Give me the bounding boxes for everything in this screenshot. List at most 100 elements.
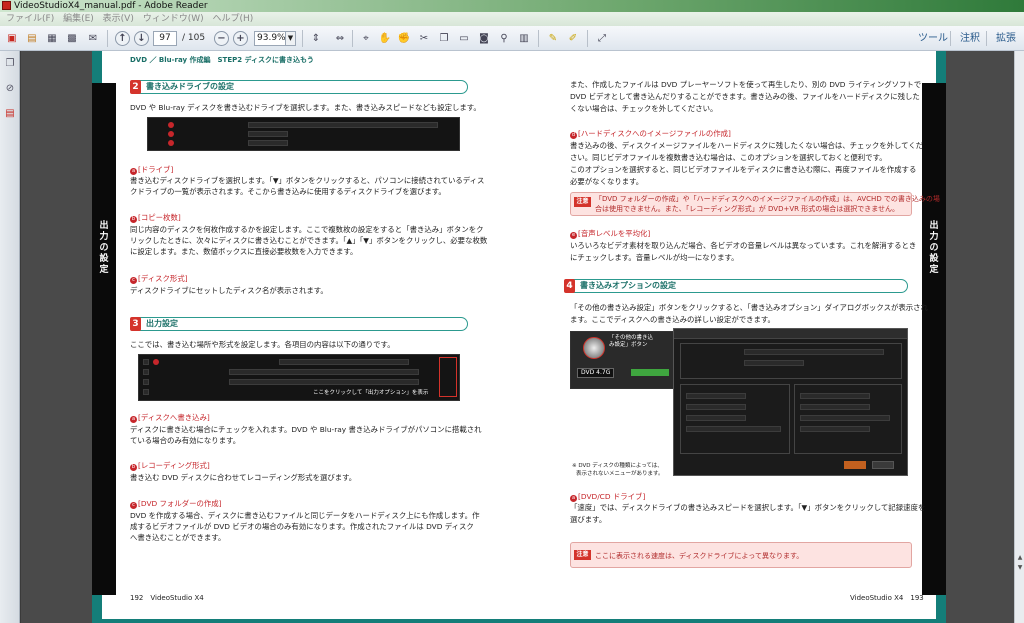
write-options-dialog <box>673 328 908 476</box>
section-4-number: 4 <box>564 279 575 293</box>
find-icon[interactable]: ⚲ <box>496 31 512 46</box>
section-3-title: 出力設定 <box>146 319 178 328</box>
extend-pane-button[interactable]: 拡張 <box>996 31 1016 46</box>
highlight-icon[interactable]: ✐ <box>565 31 581 46</box>
previous-page-icon[interactable]: ↑ <box>115 31 130 46</box>
folder-text-1: DVD を作成する場合、ディスクに書き込むファイルと同じデータをハードディスク上… <box>130 511 480 520</box>
sub-folder: c [DVD フォルダーの作成] <box>130 498 222 509</box>
email-icon[interactable]: ✉ <box>85 31 101 46</box>
drive-settings-screenshot <box>147 117 460 151</box>
zoom-value: 93.9% <box>257 33 286 43</box>
image-text-4: 必要がなくなります。 <box>570 177 644 186</box>
document-icon[interactable]: ▥ <box>516 31 532 46</box>
section-4-text-2: ます。ここでディスクへの書き込みの詳しい設定ができます。 <box>570 315 775 324</box>
left-page-tab <box>92 83 116 595</box>
image-text-2: さい。同じビデオファイルを複数書き込む場合は、このオプションを選択しておくと便利… <box>570 153 887 162</box>
audio-text-2: にチェックします。音量レベルが均一になります。 <box>570 253 739 262</box>
vertical-scrollbar[interactable]: ▲ ▼ <box>1014 51 1024 623</box>
dvdcd-text-2: 選びます。 <box>570 515 607 524</box>
sub-format: c [ディスク形式] <box>130 273 188 284</box>
select-tool-icon[interactable]: ⌖ <box>358 31 374 46</box>
right-footer-strip <box>520 619 946 623</box>
copy-icon[interactable]: ❐ <box>436 31 452 46</box>
right-page-number: VideoStudio X4 193 <box>850 594 924 602</box>
sub-recfmt: b [レコーディング形式] <box>130 461 210 471</box>
sub-image: d [ハードディスクへのイメージファイルの作成] <box>570 129 731 139</box>
scroll-up-icon[interactable]: ▲ <box>1016 554 1024 562</box>
dvdcd-text-1: 「速度」では、ディスクドライブの書き込みスピードを選択します。「▼」ボタンをクリ… <box>570 503 926 512</box>
section-4-title: 書き込みオプションの設定 <box>580 281 676 290</box>
small-note-2: 表示されないメニューがあります。 <box>576 471 664 477</box>
capacity-bar <box>631 369 669 376</box>
expand-icon[interactable]: ⤢ <box>594 31 610 46</box>
attachment-icon[interactable]: ⊘ <box>4 82 16 95</box>
intro-text-2: DVD ビデオとして書き込んだりすることができます。書き込みの後、ファイルをハー… <box>570 92 920 101</box>
note-2-text-1: ここに表示される速度は、ディスクドライブによって異なります。 <box>595 552 804 560</box>
save-icon[interactable]: ▦ <box>44 31 60 46</box>
zoom-select[interactable]: 93.9% ▼ <box>254 31 296 46</box>
comment-pane-button[interactable]: 注釈 <box>960 31 980 46</box>
page-number-input[interactable]: 97 <box>153 31 177 46</box>
folder-text-2: 成するビデオファイルが DVD ビデオの場合のみ有効になります。作成されたファイ… <box>130 522 474 531</box>
cut-icon[interactable]: ✂ <box>416 31 432 46</box>
page-total: / 105 <box>182 33 206 43</box>
next-page-icon[interactable]: ↓ <box>134 31 149 46</box>
section-2-intro: DVD や Blu-ray ディスクを書き込むドライブを選択します。また、書き込… <box>130 103 481 112</box>
note-2-tag: 注意 <box>574 550 591 560</box>
section-2-title: 書き込みドライブの設定 <box>146 82 234 91</box>
output-options-highlight <box>439 357 457 397</box>
recfmt-text-1: 書き込む DVD ディスクに合わせてレコーディング形式を選びます。 <box>130 473 357 482</box>
menu-window[interactable]: ウィンドウ(W) <box>143 12 204 26</box>
fit-width-icon[interactable]: ⇔ <box>332 31 348 46</box>
adobe-reader-icon <box>2 1 11 10</box>
navigation-pane: ❐ ⊘ ▤ <box>0 51 20 623</box>
print-icon[interactable]: ▩ <box>64 31 80 46</box>
scroll-down-icon[interactable]: ▼ <box>1016 564 1024 572</box>
pan-tool-icon[interactable]: ✊ <box>396 31 412 46</box>
disc-icon <box>583 337 605 359</box>
tools-pane-button[interactable]: ツール <box>918 31 948 46</box>
paste-icon[interactable]: ▭ <box>456 31 472 46</box>
burn-button-screenshot: 「その他の書き込み設定」ボタン DVD 4.7G <box>570 331 674 389</box>
left-footer-strip <box>92 619 520 623</box>
toolbar: ▣ ▤ ▦ ▩ ✉ ↑ ↓ 97 / 105 − + 93.9% ▼ ⇕ ⇔ ⌖ … <box>0 26 1024 51</box>
sub-dvdcd: a [DVD/CD ドライブ] <box>570 492 646 502</box>
small-note-1: ※ DVD ディスクの種類によっては、 <box>572 463 663 469</box>
note-1-text-1: 「DVD フォルダーの作成」や「ハードディスクへのイメージファイルの作成」は、A… <box>595 195 940 203</box>
menu-file[interactable]: ファイル(F) <box>6 12 54 26</box>
fit-page-icon[interactable]: ⇕ <box>308 31 324 46</box>
zoom-in-icon[interactable]: + <box>233 31 248 46</box>
right-page-tab <box>922 83 946 595</box>
intro-text-3: くない場合は、チェックを外してください。 <box>570 104 718 113</box>
right-side-label: 出力の設定 <box>929 221 939 275</box>
section-2-heading: 2 書き込みドライブの設定 <box>130 80 468 94</box>
audio-text-1: いろいろなビデオ素材を取り込んだ場合、各ビデオの音量レベルは異なっています。これ… <box>570 241 917 250</box>
dialog-ok-button[interactable] <box>844 461 866 469</box>
page-header: DVD ／ Blu-ray 作成編 STEP2 ディスクに書き込もう <box>130 56 314 64</box>
drive-text-2: クドライブの一覧が表示されます。そこから書き込みに使用するディスクドライブを選び… <box>130 187 446 196</box>
snapshot-icon[interactable]: ◙ <box>476 31 492 46</box>
menu-edit[interactable]: 編集(E) <box>63 12 94 26</box>
output-settings-screenshot: ここをクリックして「出力オプション」を表示 <box>138 354 460 401</box>
chevron-down-icon[interactable]: ▼ <box>285 32 295 45</box>
left-page-number: 192 VideoStudio X4 <box>130 594 204 602</box>
signature-icon[interactable]: ▤ <box>4 107 16 120</box>
callout-text: 「その他の書き込み設定」ボタン <box>609 335 654 348</box>
note-box-2: 注意 ここに表示される速度は、ディスクドライブによって異なります。 <box>570 542 912 568</box>
hand-tool-icon[interactable]: ✋ <box>377 31 393 46</box>
drive-text-1: 書き込むディスクドライブを選択します。「▼」ボタンをクリックすると、パソコンに接… <box>130 176 485 185</box>
create-pdf-icon[interactable]: ▣ <box>4 31 20 46</box>
open-folder-icon[interactable]: ▤ <box>24 31 40 46</box>
comment-icon[interactable]: ✎ <box>545 31 561 46</box>
zoom-out-icon[interactable]: − <box>214 31 229 46</box>
menu-view[interactable]: 表示(V) <box>103 12 134 26</box>
pages-icon[interactable]: ❐ <box>4 57 16 70</box>
dialog-cancel-button[interactable] <box>872 461 894 469</box>
menu-help[interactable]: ヘルプ(H) <box>213 12 254 26</box>
section-3-number: 3 <box>130 317 141 331</box>
sub-drive: a [ドライブ] <box>130 165 174 175</box>
section-3-intro: ここでは、書き込む場所や形式を設定します。各項目の内容は以下の通りです。 <box>130 340 395 349</box>
output-options-caption: ここをクリックして「出力オプション」を表示 <box>313 390 429 396</box>
note-1-text-2: 合は使用できません。また、「レコーディング形式」が DVD+VR 形式の場合は選… <box>595 205 900 213</box>
sub-copies: b [コピー枚数] <box>130 213 181 223</box>
